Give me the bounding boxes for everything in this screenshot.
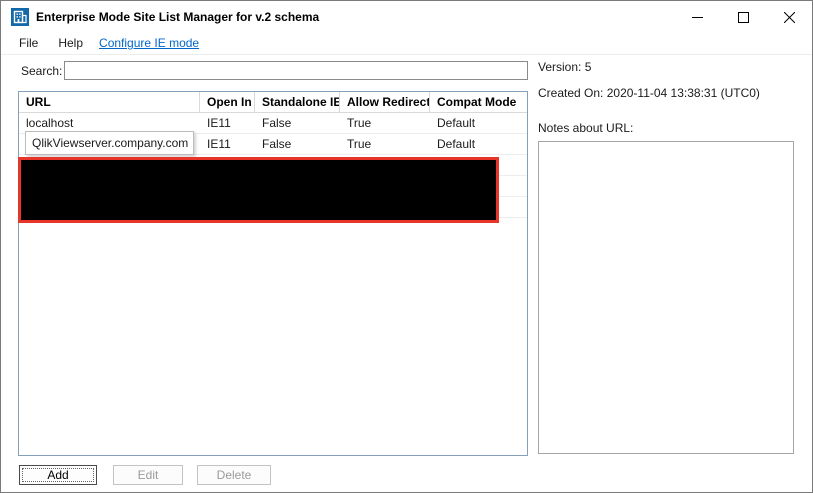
column-header-standalone-ie[interactable]: Standalone IE <box>255 92 340 112</box>
version-line: Version: 5 <box>538 60 591 74</box>
cell-url: localhost <box>26 116 74 130</box>
search-input[interactable] <box>64 61 528 80</box>
redaction-overlay <box>18 157 499 223</box>
window-title: Enterprise Mode Site List Manager for v.… <box>36 10 320 24</box>
cell-standalone-ie: False <box>262 137 292 151</box>
app-window: Enterprise Mode Site List Manager for v.… <box>0 0 813 493</box>
column-header-compat-mode[interactable]: Compat Mode <box>430 92 527 112</box>
app-building-icon <box>11 8 29 26</box>
search-label: Search: <box>21 64 63 78</box>
window-controls <box>674 1 812 33</box>
cell-allow-redirect: True <box>347 137 372 151</box>
column-header-url[interactable]: URL <box>19 92 200 112</box>
column-header-open-in[interactable]: Open In <box>200 92 255 112</box>
cell-open-in: IE11 <box>207 137 231 151</box>
notes-textarea[interactable] <box>538 141 794 454</box>
maximize-icon <box>737 11 749 23</box>
delete-button[interactable]: Delete <box>197 465 271 485</box>
created-on-label: Created On: <box>538 86 604 100</box>
menu-configure-ie-mode-link[interactable]: Configure IE mode <box>93 34 209 53</box>
minimize-icon <box>691 12 703 23</box>
edit-button[interactable]: Edit <box>113 465 183 485</box>
version-label: Version: <box>538 60 582 74</box>
title-bar: Enterprise Mode Site List Manager for v.… <box>1 1 812 33</box>
menu-file[interactable]: File <box>9 34 48 53</box>
add-button[interactable]: Add <box>19 465 97 485</box>
menu-bar: File Help Configure IE mode <box>1 33 812 55</box>
cell-compat-mode: Default <box>437 116 476 130</box>
table-header-row: URL Open In Standalone IE Allow Redirect… <box>19 92 527 113</box>
created-on-value: 2020-11-04 13:38:31 (UTC0) <box>606 86 760 100</box>
close-button[interactable] <box>766 1 812 33</box>
notes-about-url-label: Notes about URL: <box>538 121 634 135</box>
minimize-button[interactable] <box>674 1 720 33</box>
maximize-button[interactable] <box>720 1 766 33</box>
cell-standalone-ie: False <box>262 116 292 130</box>
cell-compat-mode: Default <box>437 137 476 151</box>
cell-allow-redirect: True <box>347 116 372 130</box>
menu-help[interactable]: Help <box>48 34 93 53</box>
close-icon <box>783 11 795 23</box>
column-header-allow-redirect[interactable]: Allow Redirect <box>340 92 430 112</box>
url-tooltip: QlikViewserver.company.com <box>25 131 194 155</box>
cell-open-in: IE11 <box>207 116 231 130</box>
version-value: 5 <box>584 60 592 74</box>
created-on-line: Created On: 2020-11-04 13:38:31 (UTC0) <box>538 86 760 100</box>
